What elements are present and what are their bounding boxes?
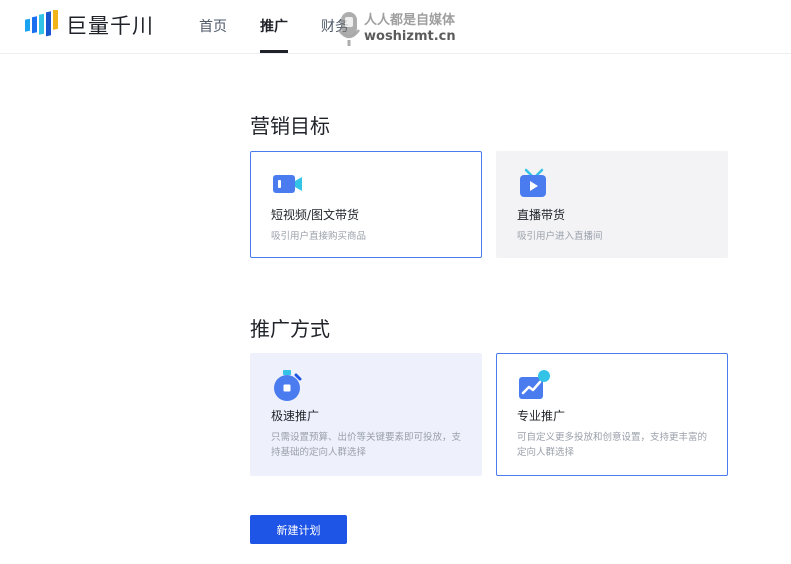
brand-name: 巨量千川 bbox=[66, 14, 154, 38]
method-card-quick[interactable]: 极速推广 只需设置预算、出价等关键要素即可投放，支持基础的定向人群选择 bbox=[250, 353, 482, 476]
microphone-watermark-icon bbox=[337, 12, 361, 46]
method-card-title: 专业推广 bbox=[517, 409, 566, 423]
trend-chart-icon bbox=[519, 370, 550, 399]
goal-card-desc: 吸引用户直接购买商品 bbox=[271, 231, 367, 242]
logo-bars-icon bbox=[25, 10, 58, 37]
nav-item-home[interactable]: 首页 bbox=[199, 16, 227, 36]
goal-card-title: 直播带货 bbox=[517, 208, 566, 222]
watermark-line1: 人人都是自媒体 bbox=[364, 13, 456, 28]
watermark-line2: woshizmt.cn bbox=[364, 29, 456, 44]
goal-card-desc: 吸引用户进入直播间 bbox=[517, 231, 603, 242]
watermark: 人人都是自媒体 woshizmt.cn bbox=[336, 10, 456, 48]
nav-item-promotion[interactable]: 推广 bbox=[260, 16, 288, 36]
method-card-desc: 可自定义更多投放和创意设置，支持更丰富的定向人群选择 bbox=[517, 432, 708, 458]
promo-method-title: 推广方式 bbox=[250, 317, 330, 341]
brand-logo[interactable]: 巨量千川 bbox=[24, 10, 154, 40]
goal-card-title: 短视频/图文带货 bbox=[271, 208, 360, 222]
goal-card-live-stream[interactable]: 直播带货 吸引用户进入直播间 bbox=[496, 151, 728, 258]
create-plan-button[interactable]: 新建计划 bbox=[250, 515, 347, 544]
goal-card-short-video[interactable]: 短视频/图文带货 吸引用户直接购买商品 bbox=[250, 151, 482, 258]
nav-active-indicator bbox=[260, 50, 288, 53]
top-navigation-bar: 巨量千川 首页 推广 财务 人人都是自媒体 woshizmt.cn bbox=[0, 0, 791, 54]
method-card-desc: 只需设置预算、出价等关键要素即可投放，支持基础的定向人群选择 bbox=[271, 432, 462, 458]
tv-play-icon bbox=[520, 168, 546, 197]
video-camera-icon bbox=[273, 175, 302, 193]
stopwatch-icon bbox=[274, 370, 302, 401]
method-card-professional[interactable]: 专业推广 可自定义更多投放和创意设置，支持更丰富的定向人群选择 bbox=[496, 353, 728, 476]
marketing-goal-title: 营销目标 bbox=[250, 114, 330, 138]
method-card-title: 极速推广 bbox=[271, 409, 320, 423]
